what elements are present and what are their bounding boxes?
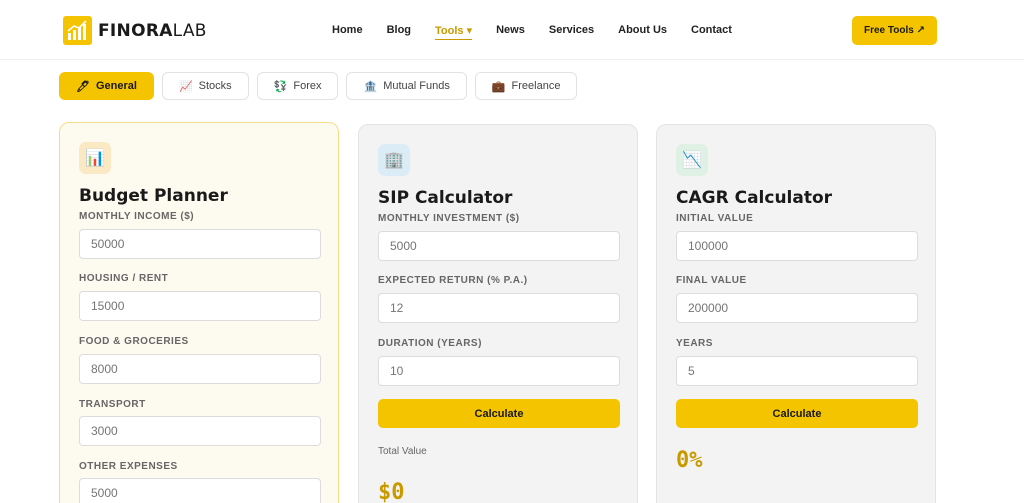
food-groceries-label: FOOD & GROCERIES	[79, 336, 189, 347]
nav-tools[interactable]: Tools ▾	[435, 24, 473, 40]
housing-rent-label: HOUSING / RENT	[79, 273, 169, 284]
card-title: SIP Calculator	[378, 188, 513, 208]
expected-return-label: EXPECTED RETURN (% P.A.)	[378, 275, 528, 286]
cagr-calculate-button[interactable]: Calculate	[676, 399, 918, 428]
budget-planner-card: 📊 Budget Planner MONTHLY INCOME ($) HOUS…	[59, 122, 339, 503]
sip-calculate-button[interactable]: Calculate	[378, 399, 620, 428]
expected-return-input[interactable]	[378, 293, 620, 323]
transport-input[interactable]	[79, 416, 321, 446]
chart-down-icon: 📉	[676, 144, 708, 176]
chart-up-icon: 📈	[178, 80, 193, 93]
monthly-investment-label: MONTHLY INVESTMENT ($)	[378, 213, 520, 224]
food-groceries-input[interactable]	[79, 354, 321, 384]
card-title: Budget Planner	[79, 186, 228, 206]
pencil-icon: 🖊	[76, 80, 90, 93]
logo-chart-icon	[63, 16, 92, 45]
monthly-investment-input[interactable]	[378, 231, 620, 261]
nav-blog[interactable]: Blog	[387, 24, 411, 40]
other-expenses-input[interactable]	[79, 478, 321, 503]
total-value-result: $0	[378, 480, 405, 503]
brand-name: FINORALAB	[98, 21, 207, 41]
cagr-result: 0%	[676, 448, 703, 473]
brand-logo[interactable]: FINORALAB	[63, 16, 207, 45]
bar-chart-icon: 📊	[79, 142, 111, 174]
housing-rent-input[interactable]	[79, 291, 321, 321]
tab-label: Stocks	[198, 80, 232, 92]
sip-calculator-card: 🏢 SIP Calculator MONTHLY INVESTMENT ($) …	[358, 124, 638, 503]
nav-about-us[interactable]: About Us	[618, 24, 667, 40]
tab-label: General	[95, 80, 137, 92]
cagr-calculator-card: 📉 CAGR Calculator INITIAL VALUE FINAL VA…	[656, 124, 936, 503]
final-value-label: FINAL VALUE	[676, 275, 747, 286]
tab-label: Freelance	[511, 80, 561, 92]
tab-forex[interactable]: 💱 Forex	[256, 72, 339, 100]
duration-input[interactable]	[378, 356, 620, 386]
years-label: YEARS	[676, 338, 713, 349]
currency-exchange-icon: 💱	[273, 80, 288, 93]
initial-value-label: INITIAL VALUE	[676, 213, 754, 224]
free-tools-button[interactable]: Free Tools ↗	[852, 16, 937, 45]
card-title: CAGR Calculator	[676, 188, 833, 208]
duration-label: DURATION (YEARS)	[378, 338, 482, 349]
tab-mutual-funds[interactable]: 🏦 Mutual Funds	[346, 72, 467, 100]
nav-news[interactable]: News	[496, 24, 525, 40]
years-input[interactable]	[676, 356, 918, 386]
transport-label: TRANSPORT	[79, 399, 146, 410]
main-nav: Home Blog Tools ▾ News Services About Us…	[332, 24, 756, 40]
bank-icon: 🏦	[363, 80, 378, 93]
site-header: FINORALAB Home Blog Tools ▾ News Service…	[0, 0, 1024, 60]
other-expenses-label: OTHER EXPENSES	[79, 461, 178, 472]
nav-services[interactable]: Services	[549, 24, 594, 40]
total-value-label: Total Value	[378, 446, 427, 457]
briefcase-icon: 💼	[491, 80, 506, 93]
tab-label: Forex	[293, 80, 322, 92]
final-value-input[interactable]	[676, 293, 918, 323]
brand-name-light: LAB	[172, 20, 207, 41]
tab-label: Mutual Funds	[383, 80, 450, 92]
brand-name-bold: FINORA	[98, 20, 173, 41]
initial-value-input[interactable]	[676, 231, 918, 261]
nav-home[interactable]: Home	[332, 24, 363, 40]
monthly-income-label: MONTHLY INCOME ($)	[79, 211, 195, 222]
monthly-income-input[interactable]	[79, 229, 321, 259]
tab-stocks[interactable]: 📈 Stocks	[161, 72, 249, 100]
tab-freelance[interactable]: 💼 Freelance	[474, 72, 578, 100]
tab-general[interactable]: 🖊 General	[59, 72, 154, 100]
nav-contact[interactable]: Contact	[691, 24, 732, 40]
building-icon: 🏢	[378, 144, 410, 176]
category-tabs: 🖊 General 📈 Stocks 💱 Forex 🏦 Mutual Fund…	[59, 72, 578, 100]
